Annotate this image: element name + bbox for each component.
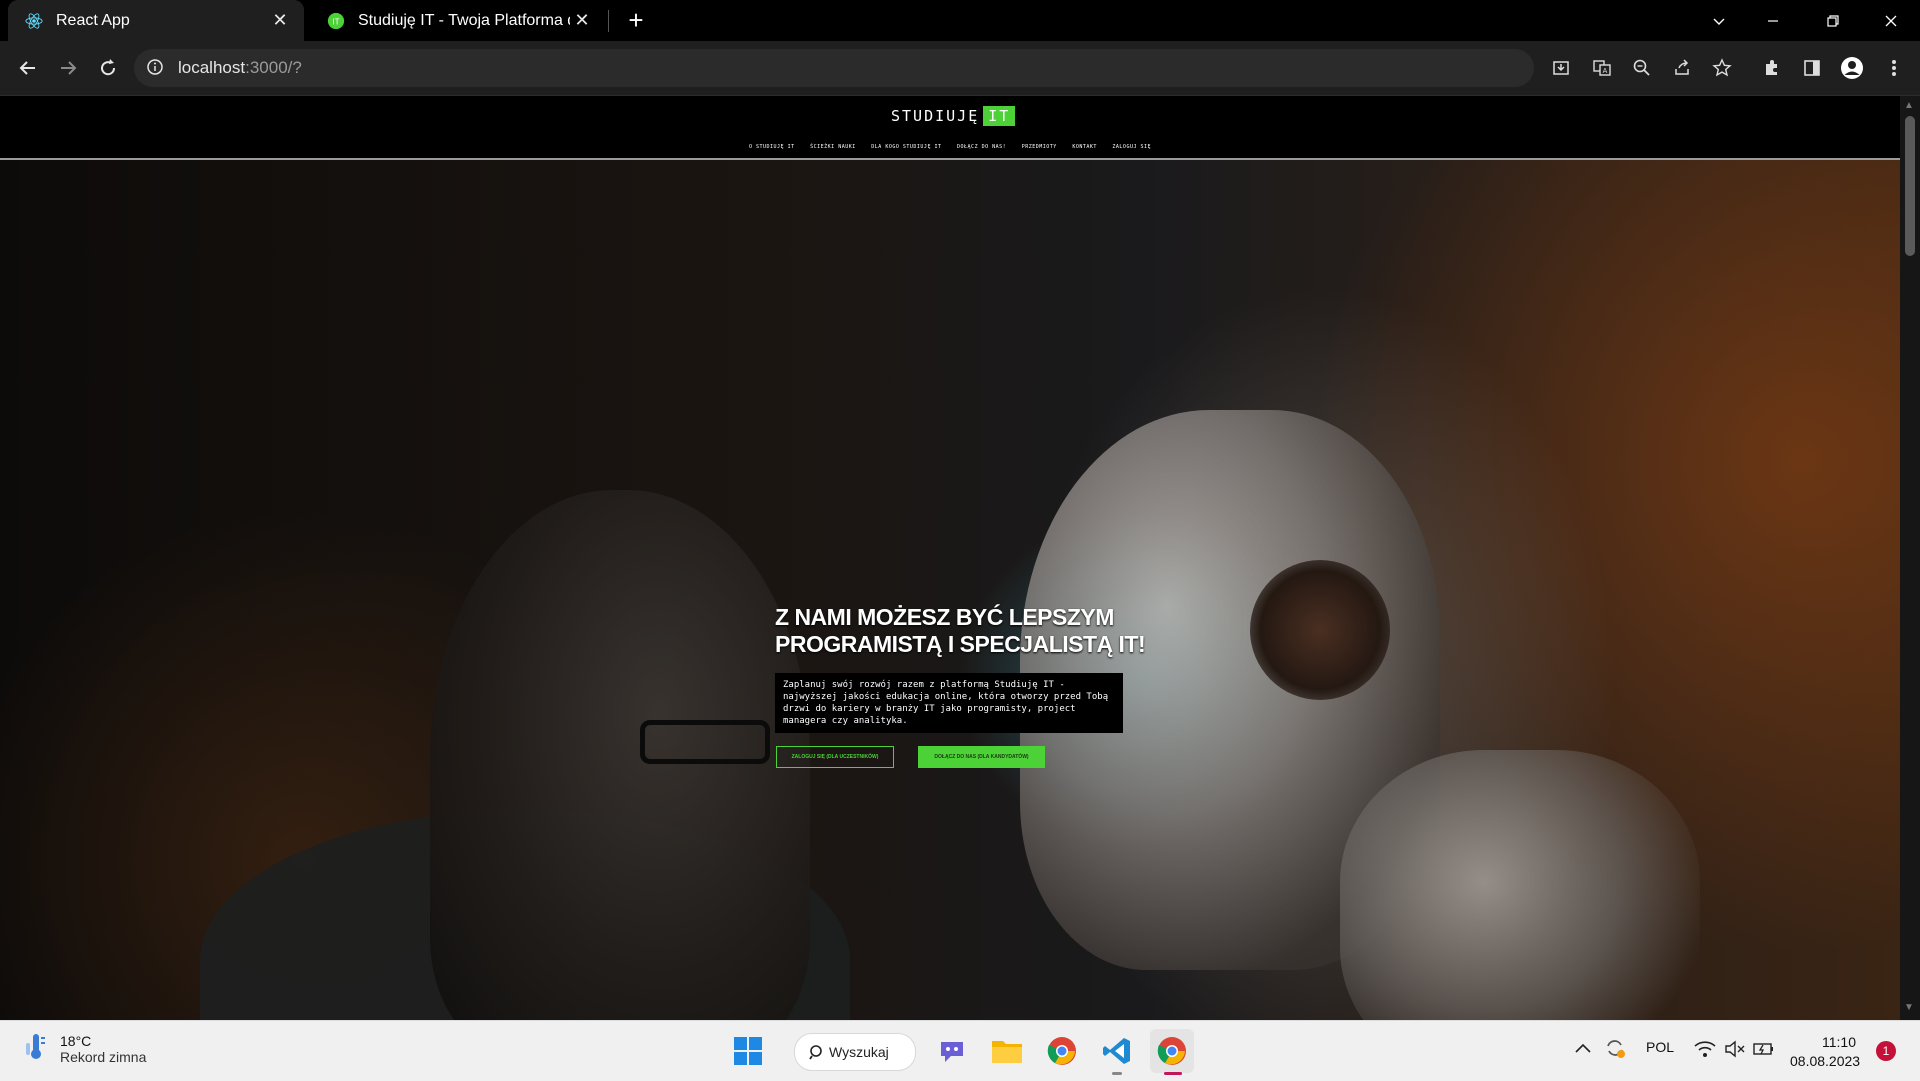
react-icon (24, 11, 44, 31)
weather-widget[interactable]: 18°C Rekord zimna (24, 1031, 146, 1066)
web-page: STUDIUJĘ IT O STUDIUJĘ IT ŚCIEŻKI NAUKI … (0, 96, 1900, 1020)
install-icon[interactable] (1547, 54, 1575, 82)
nav-item-login[interactable]: ZALOGUJ SIĘ (1112, 144, 1151, 150)
site-logo[interactable]: STUDIUJĘ IT (891, 106, 1016, 126)
tab-separator (608, 10, 609, 32)
clock[interactable]: 11:10 08.08.2023 (1790, 1033, 1861, 1071)
weather-desc: Rekord zimna (60, 1048, 147, 1065)
file-explorer-icon[interactable] (985, 1029, 1029, 1073)
side-panel-icon[interactable] (1798, 54, 1826, 82)
hero-title-line-1: Z NAMI MOŻESZ BYĆ LEPSZYM (775, 604, 1114, 630)
tab-studiuje-it[interactable]: IT Studiuję IT - Twoja Platforma do I ✕ (310, 0, 606, 41)
join-candidates-button[interactable]: DOŁĄCZ DO NAS (DLA KANDYDATÓW) (918, 746, 1045, 768)
hero-image-robot-eye (1250, 560, 1390, 700)
close-tab-icon[interactable]: ✕ (570, 9, 594, 33)
notification-badge[interactable]: 1 (1876, 1041, 1896, 1061)
nav-item-paths[interactable]: ŚCIEŻKI NAUKI (810, 144, 856, 150)
forward-icon[interactable] (52, 52, 84, 84)
site-info-icon[interactable] (146, 58, 166, 78)
url-path: :3000/? (245, 58, 302, 77)
chrome-icon[interactable] (1040, 1029, 1084, 1073)
scroll-up-icon[interactable]: ▲ (1904, 100, 1914, 111)
volume-muted-icon[interactable] (1724, 1040, 1746, 1061)
search-label: Wyszukaj (829, 1044, 889, 1060)
taskbar: 18°C Rekord zimna Wyszukaj POL 11:10 08.… (0, 1020, 1920, 1081)
tab-title: Studiuję IT - Twoja Platforma do I (358, 11, 570, 29)
logo-badge: IT (983, 106, 1016, 126)
site-header: STUDIUJĘ IT O STUDIUJĘ IT ŚCIEŻKI NAUKI … (0, 96, 1900, 160)
wifi-icon[interactable] (1694, 1040, 1716, 1061)
hero-section (0, 160, 1900, 1020)
start-windows-icon[interactable] (726, 1029, 770, 1073)
share-icon[interactable] (1668, 54, 1696, 82)
nav-item-about[interactable]: O STUDIUJĘ IT (749, 144, 795, 150)
nav-item-join[interactable]: DOŁĄCZ DO NAS! (957, 144, 1006, 150)
nav-item-subjects[interactable]: PRZEDMIOTY (1022, 144, 1057, 150)
scrollbar-thumb[interactable] (1905, 116, 1915, 256)
hero-title: Z NAMI MOŻESZ BYĆ LEPSZYM PROGRAMISTĄ I … (775, 604, 1195, 658)
tray-overflow-chevron-icon[interactable] (1574, 1041, 1592, 1058)
tab-react-app[interactable]: React App ✕ (8, 0, 304, 41)
it-icon: IT (326, 11, 346, 31)
bookmark-star-icon[interactable] (1708, 54, 1736, 82)
tab-search-icon[interactable] (1696, 0, 1742, 41)
vscode-running-indicator (1112, 1072, 1122, 1075)
thermometer-icon (24, 1031, 50, 1066)
logo-text: STUDIUJĘ (891, 107, 980, 125)
menu-kebab-icon[interactable] (1880, 54, 1908, 82)
new-tab-button[interactable]: + (620, 4, 652, 36)
weather-temp: 18°C (60, 1032, 92, 1049)
extensions-icon[interactable] (1758, 54, 1786, 82)
scroll-down-icon[interactable]: ▼ (1904, 1002, 1914, 1013)
chrome-active-icon[interactable] (1150, 1029, 1194, 1073)
vscode-icon[interactable] (1095, 1029, 1139, 1073)
zoom-icon[interactable] (1628, 54, 1656, 82)
address-bar[interactable]: localhost:3000/? (134, 49, 1534, 87)
svg-text:A: A (1603, 68, 1608, 75)
hero-image-glasses (640, 720, 770, 764)
battery-charging-icon[interactable] (1752, 1040, 1776, 1061)
page-scrollbar[interactable]: ▲ ▼ (1900, 96, 1920, 1020)
nav-item-contact[interactable]: KONTAKT (1072, 144, 1097, 150)
restore-icon[interactable] (1810, 0, 1856, 41)
translate-icon[interactable]: A (1588, 54, 1616, 82)
tab-title: React App (56, 11, 130, 29)
language-indicator[interactable]: POL (1646, 1039, 1674, 1055)
url-text: localhost:3000/? (178, 58, 302, 78)
close-window-icon[interactable] (1868, 0, 1914, 41)
close-tab-icon[interactable]: ✕ (268, 9, 292, 33)
reload-icon[interactable] (92, 52, 124, 84)
site-nav: O STUDIUJĘ IT ŚCIEŻKI NAUKI DLA KOGO STU… (0, 144, 1900, 150)
chrome-active-indicator (1164, 1072, 1182, 1075)
svg-text:IT: IT (332, 17, 339, 26)
tab-strip: React App ✕ IT Studiuję IT - Twoja Platf… (0, 0, 1920, 41)
clock-date: 08.08.2023 (1790, 1053, 1861, 1069)
minimize-icon[interactable] (1750, 0, 1796, 41)
search-icon (809, 1044, 825, 1060)
back-icon[interactable] (12, 52, 44, 84)
clock-time: 11:10 (1822, 1034, 1856, 1050)
url-host: localhost (178, 58, 246, 77)
sync-icon[interactable] (1604, 1037, 1626, 1062)
profile-avatar-icon[interactable] (1838, 54, 1866, 82)
browser-toolbar: localhost:3000/? A (0, 41, 1920, 96)
hero-image-robot-arm (1340, 750, 1700, 1020)
hero-title-line-2: PROGRAMISTĄ I SPECJALISTĄ IT! (775, 631, 1146, 657)
nav-item-for-whom[interactable]: DLA KOGO STUDIUJĘ IT (871, 144, 941, 150)
taskbar-search[interactable]: Wyszukaj (794, 1033, 916, 1071)
login-participants-button[interactable]: ZALOGUJ SIĘ (DLA UCZESTNIKÓW) (776, 746, 894, 768)
teams-chat-icon[interactable] (930, 1029, 974, 1073)
hero-description: Zaplanuj swój rozwój razem z platformą S… (775, 673, 1123, 733)
